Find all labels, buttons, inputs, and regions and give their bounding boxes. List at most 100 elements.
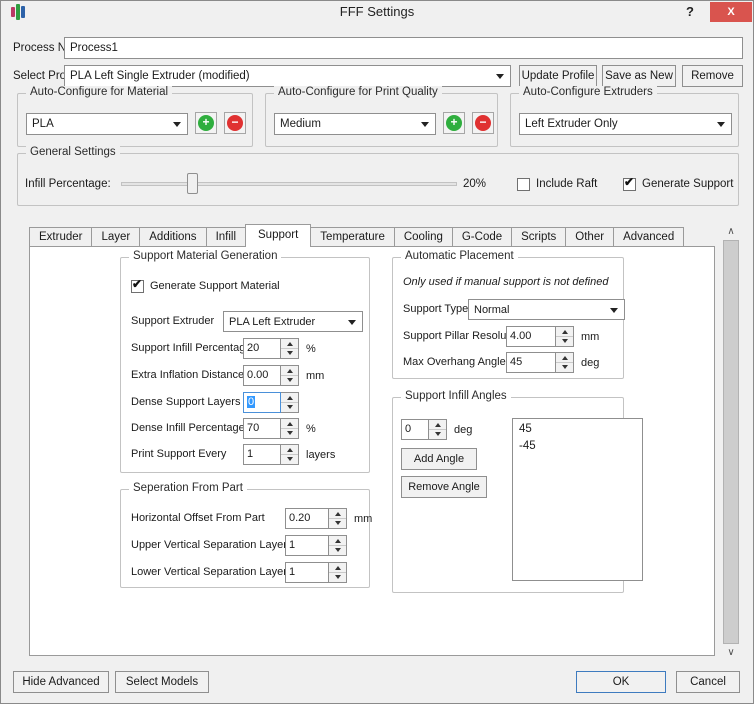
spin-value[interactable]: 4.00 <box>506 326 556 347</box>
tab-temperature[interactable]: Temperature <box>310 227 395 246</box>
cancel-button[interactable]: Cancel <box>676 671 740 693</box>
angle-list-item[interactable]: 45 <box>513 421 642 438</box>
spin-up-icon[interactable] <box>556 327 573 337</box>
dense-infill-percentage-spinner[interactable]: 70 <box>243 418 299 439</box>
spin-value[interactable]: 0 <box>401 419 429 440</box>
extra-inflation-distance-spinner[interactable]: 0.00 <box>243 365 299 386</box>
spin-up-icon[interactable] <box>281 366 298 376</box>
spin-value[interactable]: 45 <box>506 352 556 373</box>
save-as-new-button[interactable]: Save as New <box>602 65 676 87</box>
update-profile-button[interactable]: Update Profile <box>519 65 597 87</box>
tab-infill[interactable]: Infill <box>206 227 246 246</box>
minus-icon: − <box>475 115 491 131</box>
minus-icon: − <box>227 115 243 131</box>
spin-down-icon[interactable] <box>329 573 346 582</box>
angle-list-item[interactable]: -45 <box>513 438 642 455</box>
spin-value[interactable]: 70 <box>243 418 281 439</box>
spin-up-icon[interactable] <box>281 445 298 455</box>
add-quality-button[interactable]: + <box>443 112 465 134</box>
tab-other[interactable]: Other <box>565 227 614 246</box>
include-raft-checkbox[interactable] <box>517 178 530 191</box>
tab-extruder[interactable]: Extruder <box>29 227 92 246</box>
spin-up-icon[interactable] <box>281 339 298 349</box>
support-infill-percentage-spinner[interactable]: 20 <box>243 338 299 359</box>
tab-advanced[interactable]: Advanced <box>613 227 684 246</box>
horizontal-offset-spinner[interactable]: 0.20 <box>285 508 347 529</box>
generate-support-checkrow[interactable]: ✔ Generate Support <box>623 176 733 192</box>
lower-separation-spinner[interactable]: 1 <box>285 562 347 583</box>
profile-select[interactable]: PLA Left Single Extruder (modified) <box>64 65 511 87</box>
upper-separation-spinner[interactable]: 1 <box>285 535 347 556</box>
help-button[interactable]: ? <box>679 1 701 23</box>
spin-down-icon[interactable] <box>281 376 298 385</box>
spin-value[interactable]: 0 <box>243 392 281 413</box>
pillar-resolution-spinner[interactable]: 4.00 <box>506 326 574 347</box>
remove-quality-button[interactable]: − <box>472 112 494 134</box>
tab-scripts[interactable]: Scripts <box>511 227 566 246</box>
tab-gcode[interactable]: G-Code <box>452 227 512 246</box>
spin-down-icon[interactable] <box>556 363 573 372</box>
process-name-input[interactable]: Process1 <box>64 37 743 59</box>
spin-up-icon[interactable] <box>329 563 346 573</box>
remove-profile-button[interactable]: Remove <box>682 65 743 87</box>
support-type-value: Normal <box>474 304 509 316</box>
spin-down-icon[interactable] <box>281 349 298 358</box>
spin-value[interactable]: 20 <box>243 338 281 359</box>
generate-support-checkbox[interactable]: ✔ <box>623 178 636 191</box>
spin-up-icon[interactable] <box>281 419 298 429</box>
spin-value[interactable]: 1 <box>243 444 281 465</box>
support-type-select[interactable]: Normal <box>468 299 625 320</box>
spin-up-icon[interactable] <box>329 536 346 546</box>
slider-track[interactable] <box>121 182 457 186</box>
infill-percentage-slider[interactable] <box>121 172 457 196</box>
close-icon: X <box>727 6 734 18</box>
generate-support-material-checkrow[interactable]: ✔ Generate Support Material <box>131 278 280 294</box>
remove-angle-button[interactable]: Remove Angle <box>401 476 487 498</box>
max-overhang-spinner[interactable]: 45 <box>506 352 574 373</box>
close-button[interactable]: X <box>710 2 752 22</box>
spin-up-icon[interactable] <box>281 393 298 403</box>
tab-support[interactable]: Support <box>245 224 311 247</box>
print-support-every-spinner[interactable]: 1 <box>243 444 299 465</box>
scroll-down-button[interactable]: ∨ <box>720 644 742 661</box>
max-overhang-row: Max Overhang Angle 45 deg <box>403 352 619 374</box>
spin-up-icon[interactable] <box>556 353 573 363</box>
add-material-button[interactable]: + <box>195 112 217 134</box>
spin-down-icon[interactable] <box>329 519 346 528</box>
angle-list[interactable]: 45 -45 <box>512 418 643 581</box>
support-type-row: Support Type Normal <box>403 299 619 321</box>
dense-support-layers-spinner[interactable]: 0 <box>243 392 299 413</box>
vertical-scrollbar[interactable]: ∧ ∨ <box>720 223 742 661</box>
spin-up-icon[interactable] <box>329 509 346 519</box>
spin-down-icon[interactable] <box>556 337 573 346</box>
remove-material-button[interactable]: − <box>224 112 246 134</box>
tab-cooling[interactable]: Cooling <box>394 227 453 246</box>
generate-support-material-checkbox[interactable]: ✔ <box>131 280 144 293</box>
include-raft-checkrow[interactable]: Include Raft <box>517 176 597 192</box>
extruders-select[interactable]: Left Extruder Only <box>519 113 732 135</box>
scrollbar-thumb[interactable] <box>723 240 739 644</box>
support-extruder-select[interactable]: PLA Left Extruder <box>223 311 363 332</box>
spin-down-icon[interactable] <box>329 546 346 555</box>
hide-advanced-button[interactable]: Hide Advanced <box>13 671 109 693</box>
spin-down-icon[interactable] <box>281 403 298 412</box>
spin-up-icon[interactable] <box>429 420 446 430</box>
material-select[interactable]: PLA <box>26 113 188 135</box>
dense-support-layers-label: Dense Support Layers <box>131 396 240 408</box>
spin-down-icon[interactable] <box>429 430 446 439</box>
tab-additions[interactable]: Additions <box>139 227 206 246</box>
scroll-up-button[interactable]: ∧ <box>720 223 742 240</box>
spin-down-icon[interactable] <box>281 429 298 438</box>
spin-value[interactable]: 0.00 <box>243 365 281 386</box>
spin-value[interactable]: 0.20 <box>285 508 329 529</box>
slider-handle[interactable] <box>187 173 198 194</box>
spin-value[interactable]: 1 <box>285 562 329 583</box>
tab-layer[interactable]: Layer <box>91 227 140 246</box>
quality-select[interactable]: Medium <box>274 113 436 135</box>
add-angle-button[interactable]: Add Angle <box>401 448 477 470</box>
spin-down-icon[interactable] <box>281 455 298 464</box>
angle-spinner[interactable]: 0 <box>401 419 447 440</box>
select-models-button[interactable]: Select Models <box>115 671 209 693</box>
ok-button[interactable]: OK <box>576 671 666 693</box>
spin-value[interactable]: 1 <box>285 535 329 556</box>
